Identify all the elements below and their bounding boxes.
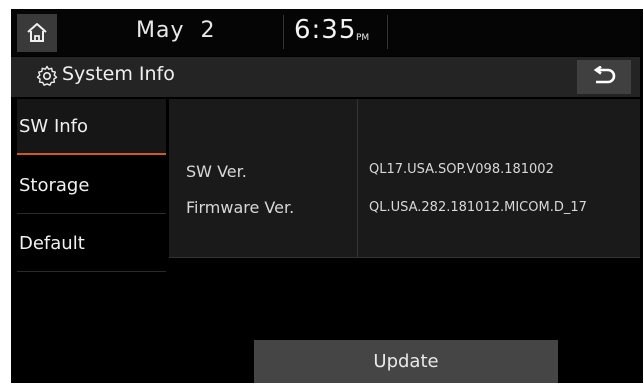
status-bar: May 2 6:35 PM [11,9,640,56]
gear-icon [36,65,58,86]
title-bar: System Info [11,57,640,97]
sidebar-item-default[interactable]: Default [17,216,166,272]
sidebar-item-label: Default [19,233,85,254]
status-date: May 2 [136,18,216,43]
status-ampm: PM [356,33,370,43]
back-arrow-icon [593,66,616,84]
version-info-panel: SW Ver. QL17.USA.SOP.V098.181002 Firmwar… [169,99,640,258]
sidebar-item-label: SW Info [19,116,89,137]
sidebar-item-storage[interactable]: Storage [17,158,166,214]
sw-version-label: SW Ver. [186,162,247,181]
status-divider [283,15,284,49]
home-icon [27,23,47,42]
sidebar-item-sw-info[interactable]: SW Info [17,99,166,155]
back-button[interactable] [577,60,631,94]
sidebar-item-label: Storage [19,175,90,196]
sidebar: SW Info Storage Default [17,99,166,383]
head-unit-screen: May 2 6:35 PM System Info SW Info Storag… [11,9,643,383]
main-content: SW Ver. QL17.USA.SOP.V098.181002 Firmwar… [169,99,640,383]
update-button[interactable]: Update [254,340,558,383]
home-button[interactable] [17,14,57,52]
firmware-version-label: Firmware Ver. [186,198,295,217]
page-title: System Info [62,63,175,85]
status-time: 6:35 [294,15,357,45]
firmware-version-value: QL.USA.282.181012.MICOM.D_17 [369,200,587,215]
column-divider [357,99,358,257]
status-divider [387,15,388,49]
sw-version-value: QL17.USA.SOP.V098.181002 [369,162,554,177]
